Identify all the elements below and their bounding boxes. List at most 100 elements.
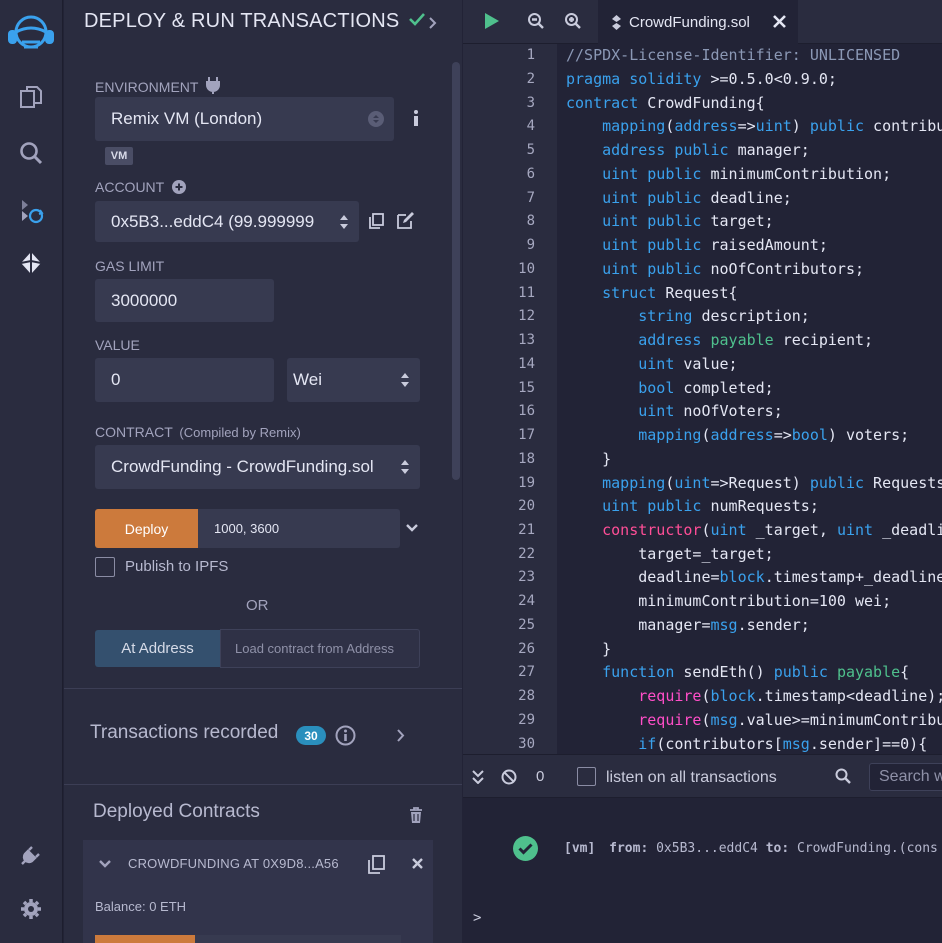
collapse-icon[interactable] [472,770,484,784]
remix-ide: DEPLOY & RUN TRANSACTIONS ENVIRONMENT Re… [0,0,942,943]
or-label: OR [246,597,269,614]
pending-count: 0 [536,768,545,785]
instance-function-input[interactable] [195,935,401,943]
transactions-count-badge: 30 [296,726,326,745]
compile-icon[interactable] [16,196,46,226]
chevron-down-icon[interactable] [98,859,112,869]
line-number: 30 [518,736,535,752]
at-address-button[interactable]: At Address [95,630,220,667]
line-number: 15 [518,380,535,396]
chevron-right-icon[interactable] [397,729,405,742]
edit-icon[interactable] [397,212,415,229]
search-icon[interactable] [16,138,46,168]
check-icon [409,13,426,26]
run-icon[interactable] [484,12,500,30]
deploy-button[interactable]: Deploy [95,509,198,548]
line-number: 28 [518,688,535,704]
plus-circle-icon[interactable] [171,180,186,194]
terminal-prompt[interactable]: > [473,910,481,926]
environment-select[interactable]: Remix VM (London) [95,97,394,141]
code-line: mapping(address=>uint) public contributo… [602,117,942,135]
solidity-file-icon [612,14,621,30]
panel-scrollbar[interactable] [452,62,460,480]
settings-icon[interactable] [16,894,46,924]
trash-icon[interactable] [409,807,423,824]
success-check-icon [513,836,538,861]
line-number: 4 [526,118,535,134]
file-explorer-icon[interactable] [16,82,46,112]
code-line: uint public numRequests; [602,497,819,515]
line-number: 23 [518,569,535,585]
code-line: address public manager; [602,141,810,159]
terminal-log-entry[interactable]: [vm] from: 0x5B3...eddC4 to: CrowdFundin… [564,841,938,856]
info-icon[interactable] [412,110,420,127]
line-number: 26 [518,641,535,657]
line-number: 16 [518,403,535,419]
code-line: target=_target; [566,545,774,563]
remix-logo-icon[interactable] [6,12,56,56]
copy-icon[interactable] [369,213,384,229]
publish-ipfs-checkbox[interactable] [95,557,115,577]
instance-balance: Balance: 0 ETH [95,899,187,914]
gas-limit-label: GAS LIMIT [95,258,165,274]
deploy-panel: DEPLOY & RUN TRANSACTIONS ENVIRONMENT Re… [64,0,462,943]
at-address-input[interactable]: Load contract from Address [220,629,420,668]
info-circle-icon[interactable] [335,725,356,746]
line-number: 10 [518,261,535,277]
chevron-right-icon[interactable] [428,16,438,30]
code-line: if(contributors[msg.sender]==0){ [638,735,928,753]
code-line: uint public target; [602,212,774,230]
deployed-instance: CROWDFUNDING AT 0X9D8...A56 Balance: 0 E… [83,840,433,943]
search-icon[interactable] [835,768,851,784]
line-number: 2 [526,71,535,87]
zoom-out-icon[interactable] [527,12,545,30]
code-line: mapping(uint=>Request) public Requests; [602,474,942,492]
contract-select[interactable]: CrowdFunding - CrowdFunding.sol [95,445,420,489]
deployed-contracts-label: Deployed Contracts [93,801,260,822]
divider [64,784,462,785]
code-line: bool completed; [638,379,774,397]
code-line: pragma solidity >=0.5.0<0.9.0; [566,70,837,88]
code-line: contract CrowdFunding{ [566,94,765,112]
line-number: 14 [518,356,535,372]
terminal-search-input[interactable]: Search w [869,763,942,791]
account-select[interactable]: 0x5B3...eddC4 (99.999999 [95,201,359,242]
line-number: 29 [518,712,535,728]
deploy-icon[interactable] [16,248,46,278]
clear-icon[interactable] [501,769,517,785]
copy-icon[interactable] [368,855,385,874]
vm-badge: VM [105,147,133,165]
line-number: 19 [518,475,535,491]
plugin-icon[interactable] [16,840,46,870]
close-icon[interactable] [412,858,423,869]
listen-checkbox[interactable] [577,767,596,786]
code-line: uint public deadline; [602,189,792,207]
line-number: 13 [518,332,535,348]
code-line: require(block.timestamp<deadline); [638,687,942,705]
instance-function-button[interactable] [95,935,195,943]
select-arrows-icon [340,214,348,229]
code-line: uint public minimumContribution; [602,165,892,183]
terminal-toolbar: 0 listen on all transactions Search w [463,754,942,798]
account-label: ACCOUNT [95,179,186,195]
zoom-in-icon[interactable] [564,12,582,30]
code-editor[interactable]: //SPDX-License-Identifier: UNLICENSED pr… [566,44,942,754]
transactions-recorded-label[interactable]: Transactions recorded [90,722,278,744]
select-arrows-icon [401,373,409,387]
deploy-args-input[interactable]: 1000, 3600 [198,509,400,548]
code-line: function sendEth() public payable{ [602,663,910,681]
value-input[interactable]: 0 [95,358,274,402]
listen-label: listen on all transactions [606,769,777,786]
line-number: 20 [518,498,535,514]
close-icon[interactable] [773,15,786,28]
line-number: 25 [518,617,535,633]
chevron-down-icon[interactable] [405,523,419,533]
code-line: uint public noOfContributors; [602,260,865,278]
value-unit-select[interactable]: Wei [287,358,420,402]
instance-title[interactable]: CROWDFUNDING AT 0X9D8...A56 [128,856,339,871]
line-number: 5 [526,142,535,158]
divider [64,688,462,689]
editor-tabbar: CrowdFunding.sol [463,0,942,44]
gas-limit-input[interactable]: 3000000 [95,279,274,322]
tab-crowdfunding[interactable]: CrowdFunding.sol [598,0,798,44]
